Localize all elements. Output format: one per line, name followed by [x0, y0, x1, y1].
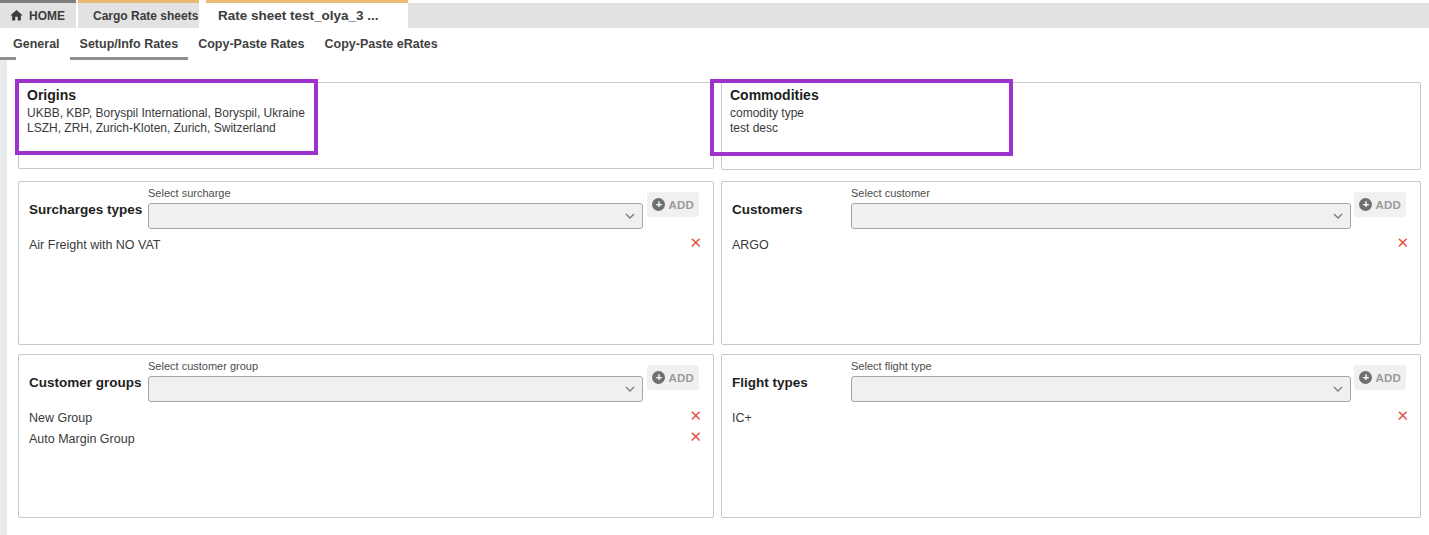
tab-label: HOME [29, 9, 65, 23]
panel-title: Surcharges types [29, 202, 142, 217]
select-label: Select customer group [148, 360, 258, 372]
add-button-label: ADD [1375, 199, 1401, 211]
customers-panel: Customers Select customer + ADD ARGO ✕ [721, 181, 1421, 345]
panel-title: Customers [732, 202, 803, 217]
customer-groups-panel: Customer groups Select customer group + … [18, 354, 714, 518]
tab-rate-sheet-test[interactable]: Rate sheet test_olya_3 ... [206, 0, 408, 28]
chevron-down-icon [1333, 386, 1343, 393]
commodity-row: test desc [730, 121, 804, 136]
list-item: New Group ✕ [29, 407, 702, 428]
customers-list: ARGO ✕ [732, 234, 1409, 255]
add-surcharge-button[interactable]: + ADD [647, 192, 699, 217]
origins-title: Origins [27, 87, 76, 103]
item-label: ARGO [732, 238, 769, 252]
chevron-down-icon [625, 213, 635, 220]
list-item: Air Freight with NO VAT ✕ [29, 234, 702, 255]
nav-copy-paste-rates[interactable]: Copy-Paste Rates [188, 31, 314, 60]
left-gutter [0, 57, 7, 535]
add-button-label: ADD [668, 372, 694, 384]
select-label: Select customer [851, 187, 930, 199]
chevron-down-icon [625, 386, 635, 393]
remove-icon[interactable]: ✕ [689, 234, 702, 252]
flight-types-list: IC+ ✕ [732, 407, 1409, 428]
tab-label: Cargo Rate sheets [93, 9, 198, 23]
commodity-row: comodity type [730, 106, 804, 121]
surcharge-select[interactable] [148, 203, 643, 229]
item-label: Auto Margin Group [29, 432, 135, 446]
plus-circle-icon: + [652, 371, 665, 384]
select-label: Select flight type [851, 360, 932, 372]
nav-copy-paste-erates[interactable]: Copy-Paste eRates [314, 31, 447, 60]
remove-icon[interactable]: ✕ [689, 428, 702, 446]
nav-setup-info-rates[interactable]: Setup/Info Rates [70, 31, 189, 60]
select-label: Select surcharge [148, 187, 231, 199]
remove-icon[interactable]: ✕ [689, 407, 702, 425]
panel-title: Flight types [732, 375, 808, 390]
add-button-label: ADD [1375, 372, 1401, 384]
item-label: Air Freight with NO VAT [29, 238, 161, 252]
customer-select[interactable] [851, 203, 1351, 229]
list-item: IC+ ✕ [732, 407, 1409, 428]
flight-type-select[interactable] [851, 376, 1351, 402]
chevron-down-icon [1333, 213, 1343, 220]
panel-title: Customer groups [29, 375, 142, 390]
home-icon [9, 8, 24, 23]
tab-cargo-rate-sheets[interactable]: Cargo Rate sheets [78, 0, 199, 28]
add-flight-type-button[interactable]: + ADD [1354, 365, 1406, 390]
window-tab-bar: HOME Cargo Rate sheets Rate sheet test_o… [0, 0, 1429, 28]
customer-groups-list: New Group ✕ Auto Margin Group ✕ [29, 407, 702, 449]
origin-row: UKBB, KBP, Boryspil International, Borys… [27, 106, 305, 121]
tab-bar-background [408, 3, 1429, 28]
surcharges-types-panel: Surcharges types Select surcharge + ADD … [18, 181, 714, 345]
remove-icon[interactable]: ✕ [1396, 234, 1409, 252]
tab-label: Rate sheet test_olya_3 ... [218, 8, 379, 23]
commodities-title: Commodities [730, 87, 819, 103]
commodities-panel: Commodities comodity type test desc [721, 82, 1421, 170]
origins-lines: UKBB, KBP, Boryspil International, Borys… [27, 106, 305, 136]
item-label: IC+ [732, 411, 752, 425]
add-customer-button[interactable]: + ADD [1354, 192, 1406, 217]
plus-circle-icon: + [1359, 371, 1372, 384]
plus-circle-icon: + [652, 198, 665, 211]
commodities-lines: comodity type test desc [730, 106, 804, 136]
section-nav: General Setup/Info Rates Copy-Paste Rate… [3, 31, 448, 60]
add-button-label: ADD [668, 199, 694, 211]
flight-types-panel: Flight types Select flight type + ADD IC… [721, 354, 1421, 518]
left-gutter-cap [0, 57, 16, 60]
list-item: Auto Margin Group ✕ [29, 428, 702, 449]
plus-circle-icon: + [1359, 198, 1372, 211]
customer-group-select[interactable] [148, 376, 643, 402]
item-label: New Group [29, 411, 92, 425]
remove-icon[interactable]: ✕ [1396, 407, 1409, 425]
tab-home[interactable]: HOME [0, 0, 76, 28]
origin-row: LSZH, ZRH, Zurich-Kloten, Zurich, Switze… [27, 121, 305, 136]
list-item: ARGO ✕ [732, 234, 1409, 255]
add-customer-group-button[interactable]: + ADD [647, 365, 699, 390]
surcharges-list: Air Freight with NO VAT ✕ [29, 234, 702, 255]
nav-general[interactable]: General [3, 31, 70, 60]
origins-panel: Origins UKBB, KBP, Boryspil Internationa… [18, 82, 714, 169]
